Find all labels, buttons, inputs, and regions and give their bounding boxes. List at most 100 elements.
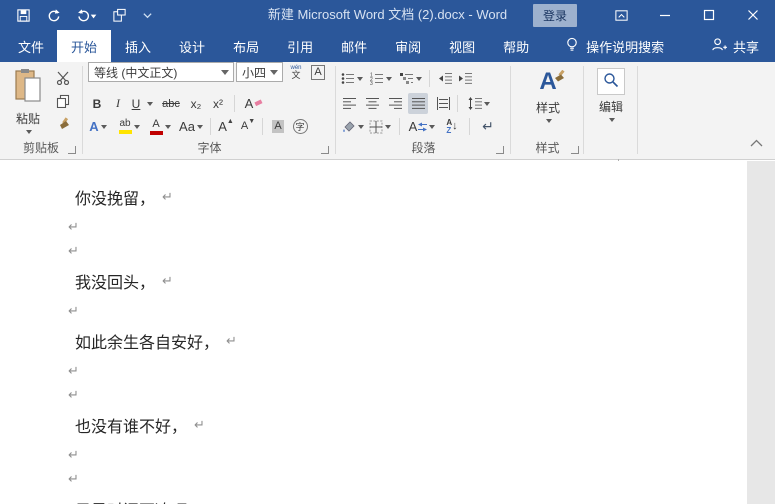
editing-button[interactable]: 编辑 xyxy=(589,65,633,122)
multilevel-list-button[interactable] xyxy=(398,68,424,89)
ribbon-tab[interactable]: 帮助 xyxy=(489,30,543,62)
minimize-button[interactable] xyxy=(643,0,687,30)
paste-clipboard-icon xyxy=(13,68,43,107)
share-button[interactable]: 共享 xyxy=(711,30,759,62)
styles-button[interactable]: A 样式 xyxy=(526,65,570,123)
show-hide-marks-button[interactable]: ↵ xyxy=(477,116,499,137)
save-icon[interactable] xyxy=(16,8,31,23)
superscript-button[interactable]: x² xyxy=(208,93,228,114)
document-line[interactable]: ↵ xyxy=(68,215,747,239)
asian-layout-button[interactable]: A xyxy=(407,116,437,137)
underline-button[interactable]: U xyxy=(128,93,144,114)
paragraph-mark: ↵ xyxy=(68,303,79,318)
document-line[interactable]: 只是时间不凑巧。↵ xyxy=(75,491,747,504)
paragraph-dialog-launcher[interactable] xyxy=(496,146,504,154)
document-line[interactable]: ↵ xyxy=(68,383,747,407)
font-size-combo[interactable]: 小四 xyxy=(236,62,283,82)
borders-button[interactable] xyxy=(367,116,393,137)
ribbon-display-options-icon[interactable] xyxy=(599,0,643,30)
distribute-text-button[interactable] xyxy=(433,93,453,114)
bullets-button[interactable] xyxy=(339,68,365,89)
line-spacing-button[interactable] xyxy=(465,93,493,114)
ribbon-tab[interactable]: 设计 xyxy=(165,30,219,62)
bullet-list-icon xyxy=(341,73,354,84)
character-border-icon: A xyxy=(311,65,325,80)
ribbon-tab[interactable]: 开始 xyxy=(57,30,112,62)
close-button[interactable] xyxy=(731,0,775,30)
share-label: 共享 xyxy=(732,39,759,55)
text-highlight-button[interactable]: ab xyxy=(114,116,144,137)
phonetic-guide-icon: wén 文 xyxy=(290,65,302,80)
touch-mouse-mode-icon[interactable] xyxy=(112,8,127,23)
document-line[interactable]: ↵ xyxy=(68,299,747,323)
character-border-button[interactable]: A xyxy=(308,62,328,83)
align-center-button[interactable] xyxy=(362,93,382,114)
editing-button-label: 编辑 xyxy=(598,100,623,114)
grow-font-icon: A xyxy=(218,119,227,134)
font-size-value: 小四 xyxy=(242,65,266,80)
tab-file[interactable]: 文件 xyxy=(5,30,57,62)
document-line[interactable]: 如此余生各自安好， ↵ xyxy=(75,323,747,359)
font-color-button[interactable]: A xyxy=(146,116,174,137)
ribbon-tab[interactable]: 审阅 xyxy=(381,30,435,62)
copy-button[interactable] xyxy=(52,90,74,111)
decrease-indent-button[interactable] xyxy=(436,68,456,89)
maximize-button[interactable] xyxy=(687,0,731,30)
sort-button[interactable]: A Z ↓ xyxy=(441,116,463,137)
increase-indent-button[interactable] xyxy=(456,68,476,89)
tab-strip: 开始 插入 设计 布局 引用 邮件 审阅 视图 帮助 xyxy=(57,30,543,62)
redo-icon[interactable] xyxy=(46,8,61,23)
align-right-button[interactable] xyxy=(385,93,405,114)
document-line[interactable]: 我没回头， ↵ xyxy=(75,263,747,299)
document-line[interactable]: 也没有谁不好， ↵ xyxy=(75,407,747,443)
tell-me-search[interactable]: 操作说明搜索 xyxy=(565,30,664,62)
lightbulb-icon xyxy=(565,37,579,55)
ribbon-tab[interactable]: 布局 xyxy=(219,30,273,62)
document-line[interactable]: ↵ xyxy=(68,443,747,467)
character-shading-button[interactable]: A xyxy=(268,116,288,137)
document-line[interactable]: ↵ xyxy=(68,239,747,263)
paragraph-group-label: 段落 xyxy=(411,141,436,155)
enclose-characters-button[interactable]: 字 xyxy=(290,116,310,137)
underline-dropdown[interactable] xyxy=(144,93,154,114)
change-case-button[interactable]: Aa xyxy=(176,116,206,137)
document-page[interactable]: 你没挽留， ↵ ↵ ↵ 我没回头， ↵ ↵ 如此余生各自安好， ↵ ↵ ↵ 也没有谁不… xyxy=(0,161,747,504)
document-line[interactable]: ↵ xyxy=(68,359,747,383)
ribbon-tab[interactable]: 插入 xyxy=(111,30,165,62)
strikethrough-button[interactable]: abc xyxy=(158,93,184,114)
paste-button[interactable]: 粘贴 xyxy=(8,65,48,134)
clear-formatting-icon: A xyxy=(244,96,254,111)
sign-in-button[interactable]: 登录 xyxy=(532,3,577,27)
styles-dialog-launcher[interactable] xyxy=(571,146,579,154)
italic-button[interactable]: I xyxy=(110,93,126,114)
grow-font-button[interactable]: A ▲ xyxy=(216,116,236,137)
shrink-font-button[interactable]: A ▼ xyxy=(238,116,258,137)
paragraph-mark: ↵ xyxy=(68,243,79,258)
font-dialog-launcher[interactable] xyxy=(321,146,329,154)
phonetic-guide-button[interactable]: wén 文 xyxy=(286,62,306,83)
customize-qat-icon[interactable] xyxy=(142,10,153,21)
undo-icon[interactable] xyxy=(76,8,97,23)
ribbon-tab[interactable]: 视图 xyxy=(435,30,489,62)
text-effects-button[interactable]: A xyxy=(84,116,112,137)
bold-button[interactable]: B xyxy=(88,93,106,114)
document-line[interactable]: ↵ xyxy=(68,467,747,491)
ribbon-tab[interactable]: 邮件 xyxy=(327,30,381,62)
collapse-ribbon-button[interactable] xyxy=(750,137,763,151)
ribbon: 粘贴 剪贴板 等线 (中文正文) 小四 wén 文 A B I U abc x₂… xyxy=(0,62,775,160)
svg-text:3: 3 xyxy=(370,81,373,85)
ribbon-tab[interactable]: 引用 xyxy=(273,30,327,62)
format-painter-button[interactable] xyxy=(52,113,74,134)
paragraph-mark: ↵ xyxy=(162,189,173,204)
cut-button[interactable] xyxy=(52,67,74,88)
shading-button[interactable] xyxy=(339,116,365,137)
subscript-button[interactable]: x₂ xyxy=(186,93,206,114)
align-left-button[interactable] xyxy=(339,93,359,114)
numbering-button[interactable]: 123 xyxy=(368,68,394,89)
document-line[interactable]: 你没挽留， ↵ xyxy=(75,179,747,215)
font-name-combo[interactable]: 等线 (中文正文) xyxy=(88,62,234,82)
justify-button[interactable] xyxy=(408,93,428,114)
clear-formatting-button[interactable]: A xyxy=(242,93,266,114)
clipboard-dialog-launcher[interactable] xyxy=(68,146,76,154)
paint-bucket-icon xyxy=(342,120,355,132)
